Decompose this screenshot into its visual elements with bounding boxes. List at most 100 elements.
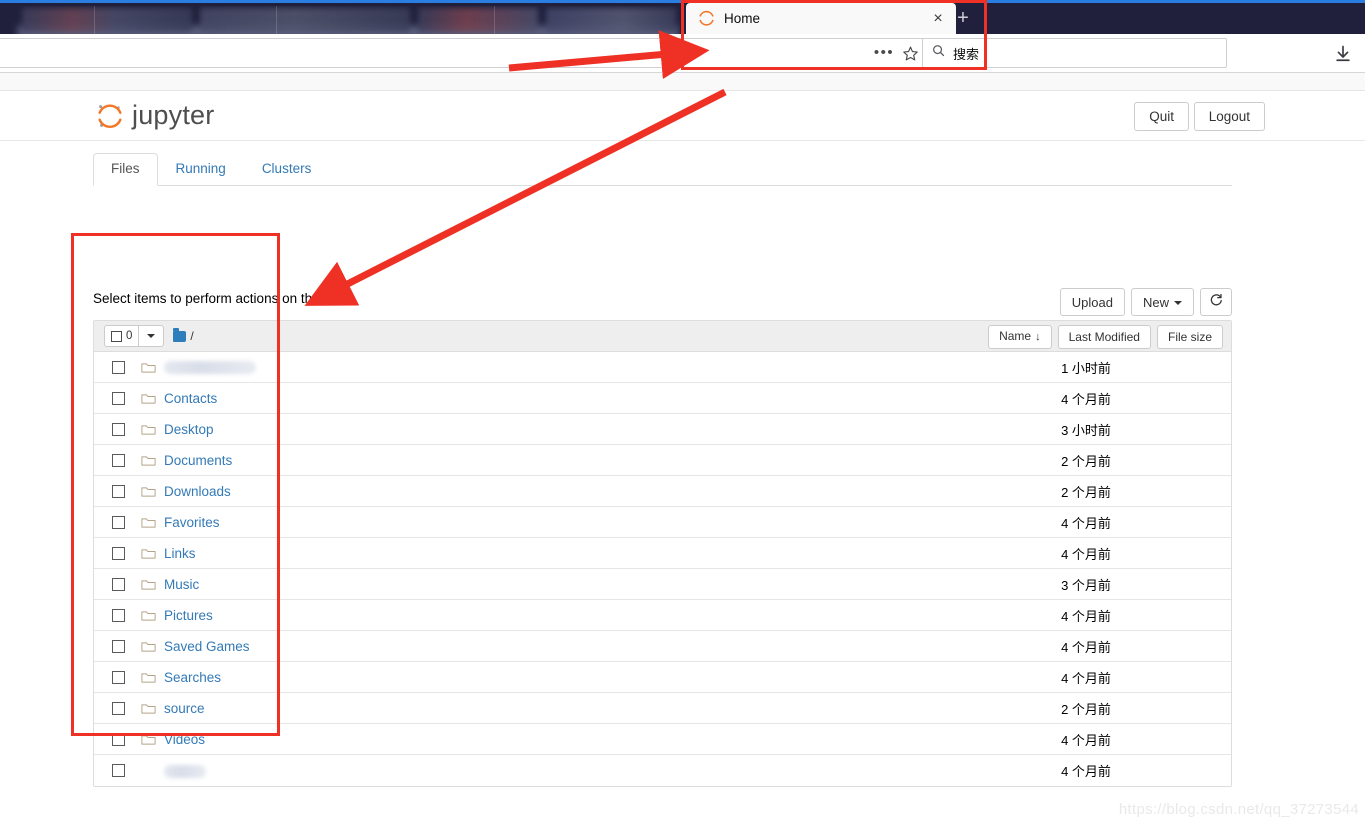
chrome-toolbar-shade — [0, 73, 1365, 91]
upload-button[interactable]: Upload — [1059, 288, 1125, 316]
file-name-link[interactable]: Music — [164, 577, 1011, 592]
folder-icon — [141, 516, 156, 529]
browser-tab-home[interactable]: Home × — [686, 3, 956, 34]
browser-search-bar[interactable]: 搜索 — [922, 38, 1227, 68]
file-actions-toolbar: Upload New — [1054, 288, 1232, 316]
jupyter-brand[interactable]: jupyter — [95, 100, 214, 131]
table-row[interactable]: Downloads 2 个月前 — [94, 476, 1231, 507]
row-checkbox[interactable] — [112, 670, 125, 684]
file-name-link[interactable]: Saved Games — [164, 639, 1011, 654]
browser-tab-title: Home — [724, 11, 761, 26]
folder-icon — [141, 361, 156, 374]
quit-button[interactable]: Quit — [1134, 102, 1189, 131]
folder-icon — [141, 733, 156, 746]
breadcrumb[interactable]: / — [173, 327, 194, 343]
blurred-tab-1[interactable] — [22, 8, 192, 32]
breadcrumb-root[interactable]: / — [190, 329, 193, 343]
table-row[interactable]: 4 个月前 — [94, 755, 1231, 786]
file-name-link[interactable]: Downloads — [164, 484, 1011, 499]
table-row[interactable]: Videos 4 个月前 — [94, 724, 1231, 755]
file-name-link[interactable]: Videos — [164, 732, 1011, 747]
browser-nav-bar: ••• 搜索 — [0, 34, 1365, 73]
last-modified-value: 4 个月前 — [1061, 608, 1111, 624]
blurred-tab-3[interactable] — [418, 8, 538, 32]
row-checkbox[interactable] — [112, 732, 125, 746]
tab-running[interactable]: Running — [158, 153, 244, 186]
chevron-down-icon — [147, 334, 156, 338]
table-row[interactable]: Saved Games 4 个月前 — [94, 631, 1231, 662]
tab-files[interactable]: Files — [93, 153, 158, 186]
last-modified-value: 2 个月前 — [1061, 453, 1111, 469]
file-name-link[interactable] — [164, 763, 1011, 778]
jupyter-logo-icon — [698, 10, 715, 27]
refresh-button[interactable] — [1200, 288, 1232, 316]
table-row[interactable]: Links 4 个月前 — [94, 538, 1231, 569]
file-name-link[interactable]: Documents — [164, 453, 1011, 468]
row-checkbox[interactable] — [112, 453, 125, 467]
logout-button[interactable]: Logout — [1193, 102, 1265, 131]
search-icon — [931, 43, 946, 63]
row-checkbox[interactable] — [112, 515, 125, 529]
blurred-tab-4[interactable] — [546, 8, 676, 32]
row-checkbox[interactable] — [112, 422, 125, 436]
page-actions-icon[interactable]: ••• — [871, 41, 897, 65]
download-arrow-icon[interactable] — [1333, 44, 1353, 64]
tab-strip-accent — [0, 0, 1365, 3]
url-bar[interactable]: ••• — [0, 38, 930, 68]
sort-by-size-button[interactable]: File size — [1156, 325, 1223, 349]
table-row[interactable]: Desktop 3 小时前 — [94, 414, 1231, 445]
row-checkbox[interactable] — [112, 484, 125, 498]
table-row[interactable]: Documents 2 个月前 — [94, 445, 1231, 476]
blurred-background-tabs[interactable] — [10, 6, 680, 34]
selection-hint: Select items to perform actions on them. — [93, 291, 335, 306]
file-name-link[interactable] — [164, 360, 1011, 375]
file-name-link[interactable]: Links — [164, 546, 1011, 561]
row-checkbox[interactable] — [112, 764, 125, 777]
last-modified-value: 2 个月前 — [1061, 484, 1111, 500]
file-name-link[interactable]: Contacts — [164, 391, 1011, 406]
star-icon[interactable] — [897, 41, 923, 65]
select-all-checkbox[interactable] — [111, 330, 122, 342]
select-all-group[interactable]: 0 — [104, 325, 165, 347]
blurred-tab-2[interactable] — [200, 8, 410, 32]
last-modified-value: 4 个月前 — [1061, 391, 1111, 407]
tab-clusters[interactable]: Clusters — [244, 153, 330, 186]
last-modified-value: 3 个月前 — [1061, 577, 1111, 593]
last-modified-value: 4 个月前 — [1061, 764, 1111, 779]
row-checkbox[interactable] — [112, 639, 125, 653]
new-menu-button[interactable]: New — [1130, 288, 1194, 316]
file-name-link[interactable]: source — [164, 701, 1011, 716]
table-row[interactable]: Favorites 4 个月前 — [94, 507, 1231, 538]
folder-icon — [141, 702, 156, 715]
sort-name-label: Name — [999, 329, 1032, 343]
browser-search-input[interactable]: 搜索 — [953, 44, 979, 63]
table-row[interactable]: source 2 个月前 — [94, 693, 1231, 724]
file-name-link[interactable]: Desktop — [164, 422, 1011, 437]
browser-tab-strip: Home × + — [0, 0, 1365, 34]
last-modified-value: 4 个月前 — [1061, 639, 1111, 655]
row-checkbox[interactable] — [112, 546, 125, 560]
row-checkbox[interactable] — [112, 701, 125, 715]
row-checkbox[interactable] — [112, 360, 125, 374]
sort-by-modified-button[interactable]: Last Modified — [1057, 325, 1151, 349]
table-row[interactable]: Music 3 个月前 — [94, 569, 1231, 600]
row-checkbox[interactable] — [112, 577, 125, 591]
table-row[interactable]: 1 小时前 — [94, 352, 1231, 383]
last-modified-value: 4 个月前 — [1061, 546, 1111, 562]
new-tab-button[interactable]: + — [950, 6, 976, 30]
table-row[interactable]: Pictures 4 个月前 — [94, 600, 1231, 631]
tab-divider — [494, 6, 495, 34]
sort-by-name-button[interactable]: Name ↓ — [988, 325, 1052, 349]
file-name-link[interactable]: Pictures — [164, 608, 1011, 623]
table-row[interactable]: Searches 4 个月前 — [94, 662, 1231, 693]
file-name-link[interactable]: Favorites — [164, 515, 1011, 530]
row-checkbox[interactable] — [112, 608, 125, 622]
new-menu-label: New — [1142, 294, 1169, 310]
close-icon[interactable]: × — [928, 9, 948, 29]
select-all-checkbox-wrap[interactable]: 0 — [105, 326, 140, 346]
file-name-link[interactable]: Searches — [164, 670, 1011, 685]
row-checkbox[interactable] — [112, 391, 125, 405]
table-row[interactable]: Contacts 4 个月前 — [94, 383, 1231, 414]
select-menu-button[interactable] — [139, 326, 163, 346]
arrow-down-icon: ↓ — [1035, 331, 1041, 343]
